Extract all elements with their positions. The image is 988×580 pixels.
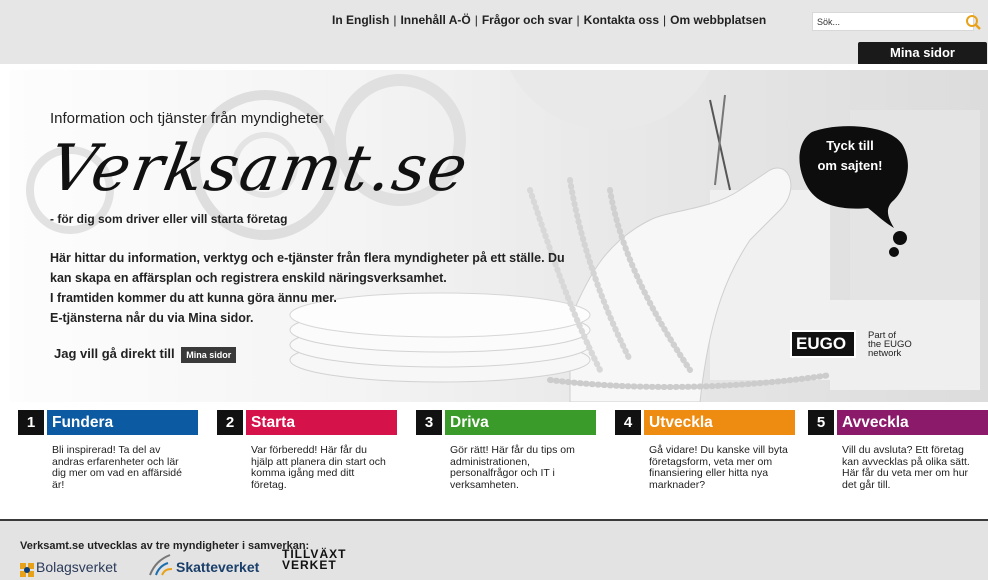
step-number: 5	[808, 410, 834, 435]
step-title[interactable]: Fundera	[47, 410, 198, 435]
skatteverket-logo-icon	[149, 554, 173, 576]
direct-label: Jag vill gå direkt till	[54, 346, 175, 361]
top-bar: In English | Innehåll A-Ö | Frågor och svar |…	[0, 0, 988, 64]
step-title[interactable]: Avveckla	[837, 410, 988, 435]
feedback-bubble-text[interactable]: Tyck till om sajten!	[800, 136, 900, 176]
feedback-line: Tyck till	[826, 138, 874, 153]
step-number: 2	[217, 410, 243, 435]
eugo-network-note: Part of the EUGO network	[868, 331, 912, 359]
link-kontakta-oss[interactable]: Kontakta oss	[584, 13, 659, 27]
steps-section: 1 Fundera Bli inspirerad! Ta del av andr…	[0, 410, 988, 518]
direct-link-row: Jag vill gå direkt till Mina sidor	[54, 346, 237, 363]
step-title[interactable]: Starta	[246, 410, 397, 435]
step-description: Vill du avsluta? Ett företag kan avveckl…	[842, 444, 970, 491]
hero-description: Här hittar du information, verktyg och e…	[50, 248, 580, 328]
link-innehall[interactable]: Innehåll A-Ö	[400, 13, 470, 27]
hero-pretitle: Information och tjänster från myndighete…	[50, 110, 324, 127]
link-om-webbplatsen[interactable]: Om webbplatsen	[670, 13, 766, 27]
link-separator: |	[576, 13, 580, 27]
step-avveckla[interactable]: 5 Avveckla Vill du avsluta? Ett företag …	[808, 410, 988, 491]
step-description: Bli inspirerad! Ta del av andras erfaren…	[52, 444, 182, 491]
step-driva[interactable]: 3 Driva Gör rätt! Här får du tips om adm…	[416, 410, 596, 491]
step-number: 3	[416, 410, 442, 435]
eugo-logo[interactable]: EUGO	[790, 330, 856, 358]
step-description: Var förberedd! Här får du hjälp att plan…	[251, 444, 386, 491]
hero-banner: Information och tjänster från myndighete…	[10, 70, 988, 402]
footer-title: Verksamt.se utvecklas av tre myndigheter…	[20, 540, 310, 552]
search-icon[interactable]	[965, 14, 982, 31]
link-fragor-och-svar[interactable]: Frågor och svar	[482, 13, 573, 27]
hero-tagline: - för dig som driver eller vill starta f…	[50, 212, 288, 226]
feedback-line: om sajten!	[817, 158, 883, 173]
step-number: 1	[18, 410, 44, 435]
mina-sidor-button[interactable]: Mina sidor	[858, 42, 987, 64]
link-separator: |	[393, 13, 397, 27]
search-input[interactable]	[817, 15, 955, 29]
bolagsverket-logo-icon	[20, 563, 34, 577]
step-description: Gå vidare! Du kanske vill byta företagsf…	[649, 444, 788, 491]
hero-paragraph: I framtiden kommer du att kunna göra änn…	[50, 291, 337, 305]
step-fundera[interactable]: 1 Fundera Bli inspirerad! Ta del av andr…	[18, 410, 198, 491]
tillvaxtverket-logo[interactable]: TILLVÄXT VERKET	[282, 548, 345, 571]
step-description: Gör rätt! Här får du tips om administrat…	[450, 444, 575, 491]
step-title[interactable]: Utveckla	[644, 410, 795, 435]
bolagsverket-logo[interactable]: Bolagsverket	[36, 559, 117, 575]
mina-sidor-shortcut-button[interactable]: Mina sidor	[181, 346, 237, 363]
link-separator: |	[663, 13, 667, 27]
step-number: 4	[615, 410, 641, 435]
skatteverket-logo[interactable]: Skatteverket	[176, 559, 259, 575]
verksamt-logo: Verksamt.se	[43, 132, 475, 206]
hero-paragraph: E-tjänsterna når du via Mina sidor.	[50, 311, 254, 325]
step-starta[interactable]: 2 Starta Var förberedd! Här får du hjälp…	[217, 410, 397, 491]
footer: Verksamt.se utvecklas av tre myndigheter…	[0, 519, 988, 580]
step-utveckla[interactable]: 4 Utveckla Gå vidare! Du kanske vill byt…	[615, 410, 795, 491]
step-title[interactable]: Driva	[445, 410, 596, 435]
top-links: In English | Innehåll A-Ö | Frågor och svar |…	[332, 13, 766, 27]
search-box	[812, 12, 981, 31]
link-separator: |	[474, 13, 478, 27]
link-in-english[interactable]: In English	[332, 13, 389, 27]
eugo-note-line: network	[868, 348, 902, 359]
hero-paragraph: Här hittar du information, verktyg och e…	[50, 251, 565, 285]
